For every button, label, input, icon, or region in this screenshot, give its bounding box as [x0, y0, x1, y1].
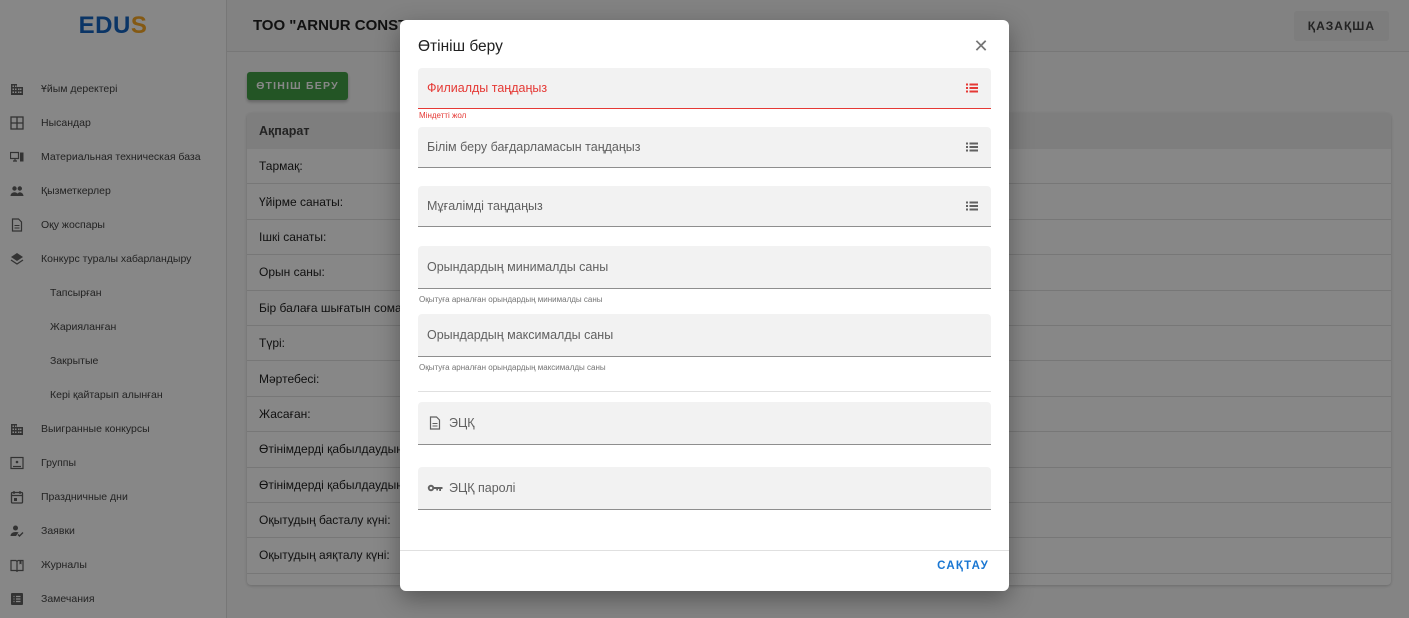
min-places-hint: Оқытуға арналған орындардың минималды са… — [419, 295, 603, 304]
key-icon — [427, 480, 443, 496]
program-select-placeholder: Білім беру бағдарламасын таңдаңыз — [427, 140, 641, 154]
list-icon — [965, 81, 979, 95]
save-button[interactable]: САҚТАУ — [937, 554, 989, 578]
branch-select-placeholder: Филиалды таңдаңыз — [427, 81, 548, 95]
apply-dialog: Өтініш беру ✕ Филиалды таңдаңыз Міндетті… — [400, 20, 1009, 591]
teacher-select[interactable]: Мұғалімді таңдаңыз — [418, 186, 991, 227]
eds-label: ЭЦҚ — [449, 416, 475, 430]
min-places-placeholder: Орындардың минималды саны — [427, 260, 609, 274]
teacher-select-placeholder: Мұғалімді таңдаңыз — [427, 199, 543, 213]
max-places-input[interactable]: Орындардың максималды саны — [418, 314, 991, 357]
dialog-title: Өтініш беру — [418, 38, 503, 55]
branch-error-message: Міндетті жол — [419, 111, 467, 120]
min-places-input[interactable]: Орындардың минималды саны — [418, 246, 991, 289]
program-select[interactable]: Білім беру бағдарламасын таңдаңыз — [418, 127, 991, 168]
max-places-hint: Оқытуға арналған орындардың максималды с… — [419, 363, 606, 372]
close-icon[interactable]: ✕ — [971, 36, 991, 56]
list-icon — [965, 199, 979, 213]
list-icon — [965, 140, 979, 154]
eds-password-input[interactable]: ЭЦҚ паролі — [418, 467, 991, 510]
max-places-placeholder: Орындардың максималды саны — [427, 328, 614, 342]
divider — [418, 391, 991, 392]
eds-password-label: ЭЦҚ паролі — [449, 481, 516, 495]
branch-select[interactable]: Филиалды таңдаңыз — [418, 68, 991, 109]
document-icon — [427, 415, 443, 431]
eds-file-input[interactable]: ЭЦҚ — [418, 402, 991, 445]
dialog-footer-divider — [400, 550, 1009, 551]
